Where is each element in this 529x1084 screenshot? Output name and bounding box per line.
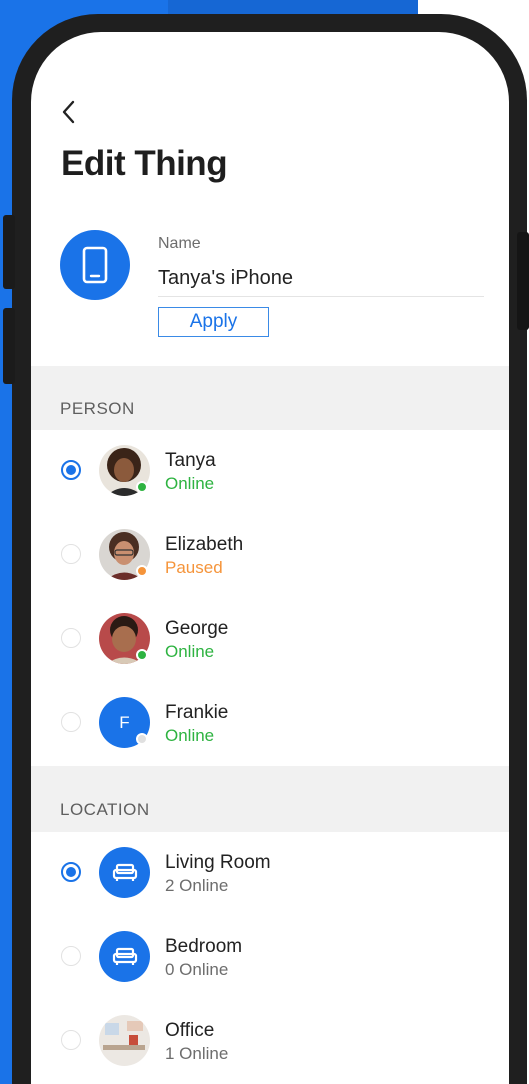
person-status: Online	[165, 726, 215, 745]
person-status: Online	[165, 642, 215, 661]
location-row-bedroom[interactable]: Bedroom 0 Online	[31, 916, 509, 1001]
location-status: 0 Online	[165, 960, 229, 979]
section-header-person: PERSON	[31, 366, 509, 430]
avatar	[99, 445, 150, 496]
phone-screen: Edit Thing Name Apply PERSON Tanya On	[31, 32, 509, 1084]
name-label: Name	[158, 235, 201, 252]
person-name: Elizabeth	[165, 534, 244, 555]
radio-button[interactable]	[61, 862, 81, 882]
sofa-icon	[112, 863, 137, 881]
person-row-frankie[interactable]: F Frankie Online	[31, 682, 509, 766]
status-dot	[136, 733, 148, 745]
radio-button[interactable]	[61, 544, 81, 564]
radio-button[interactable]	[61, 460, 81, 480]
person-row-george[interactable]: George Online	[31, 598, 509, 683]
section-header-location: LOCATION	[31, 766, 509, 832]
avatar: F	[99, 697, 150, 748]
page-title: Edit Thing	[61, 144, 228, 183]
phone-side-button	[517, 232, 529, 330]
person-name: Tanya	[165, 450, 216, 471]
person-status: Paused	[165, 558, 223, 577]
phone-side-button	[3, 215, 15, 289]
avatar	[99, 529, 150, 580]
avatar	[99, 613, 150, 664]
radio-button[interactable]	[61, 628, 81, 648]
phone-side-button	[3, 308, 15, 384]
person-status: Online	[165, 474, 215, 493]
name-field[interactable]	[158, 260, 484, 297]
person-row-elizabeth[interactable]: Elizabeth Paused	[31, 514, 509, 599]
smartphone-icon	[82, 246, 108, 284]
avatar	[99, 931, 150, 982]
thing-avatar	[60, 230, 130, 300]
online-status-dot	[136, 481, 148, 493]
location-row-living-room[interactable]: Living Room 2 Online	[31, 832, 509, 917]
paused-status-dot	[136, 565, 148, 577]
location-status: 1 Online	[165, 1044, 229, 1063]
person-name: Frankie	[165, 702, 229, 723]
person-name: George	[165, 618, 229, 639]
bed-icon	[112, 947, 137, 965]
location-name: Living Room	[165, 852, 271, 873]
section-header-label: PERSON	[60, 399, 135, 418]
apply-button[interactable]: Apply	[158, 307, 269, 337]
avatar	[99, 847, 150, 898]
location-status: 2 Online	[165, 876, 229, 895]
avatar	[99, 1015, 150, 1066]
radio-button[interactable]	[61, 1030, 81, 1050]
location-row-office[interactable]: Office 1 Online	[31, 1000, 509, 1084]
person-row-tanya[interactable]: Tanya Online	[31, 430, 509, 515]
section-header-label: LOCATION	[60, 800, 150, 819]
radio-button[interactable]	[61, 712, 81, 732]
chevron-left-icon[interactable]	[59, 98, 79, 126]
location-name: Bedroom	[165, 936, 243, 957]
location-name: Office	[165, 1020, 215, 1041]
online-status-dot	[136, 649, 148, 661]
radio-button[interactable]	[61, 946, 81, 966]
